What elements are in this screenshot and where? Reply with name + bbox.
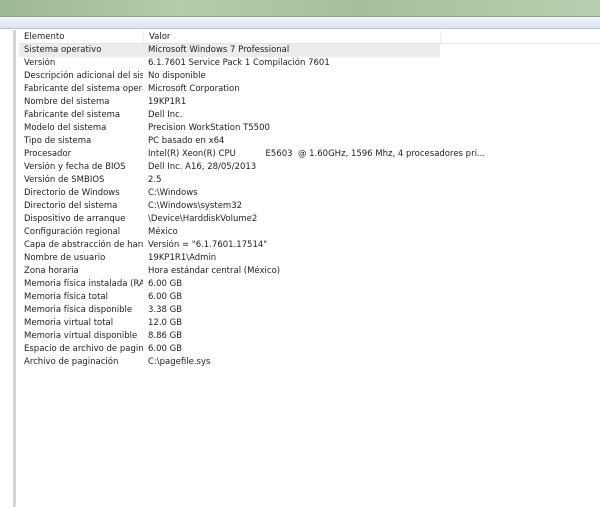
row-value: C:\pagefile.sys <box>148 357 211 367</box>
table-row[interactable]: Memoria física total 6.00 GB <box>19 291 600 304</box>
row-element: Descripción adicional del siste... <box>24 71 143 81</box>
row-element: Zona horaria <box>24 266 79 276</box>
row-value: PC basado en x64 <box>148 136 225 146</box>
row-value: Hora estándar central (México) <box>148 266 281 276</box>
table-row[interactable]: Nombre del sistema 19KP1R1 <box>19 96 600 109</box>
table-row[interactable]: Zona horaria Hora estándar central (Méxic… <box>19 265 600 278</box>
row-element: Fabricante del sistema operativo <box>24 84 143 94</box>
table-row[interactable]: Memoria física instalada (RAM) 6.00 GB <box>19 278 600 291</box>
row-value: 6.00 GB <box>148 344 183 354</box>
row-element: Versión de SMBIOS <box>24 175 105 185</box>
row-element: Fabricante del sistema <box>24 110 121 120</box>
column-header-value[interactable]: Valor <box>143 31 440 43</box>
row-value: Dell Inc. A16, 28/05/2013 <box>148 162 257 172</box>
row-element: Memoria virtual total <box>24 318 114 328</box>
row-value: Microsoft Windows 7 Professional <box>148 45 290 55</box>
row-element: Memoria virtual disponible <box>24 331 138 341</box>
table-row[interactable]: Sistema operativo Microsoft Windows 7 Pro… <box>19 44 440 57</box>
table-row[interactable]: Memoria virtual total 12.0 GB <box>19 317 600 330</box>
toolbar <box>0 17 600 29</box>
row-value: \Device\HarddiskVolume2 <box>148 214 258 224</box>
row-element: Memoria física instalada (RAM) <box>24 279 143 289</box>
row-value: 19KP1R1\Admin <box>148 253 217 263</box>
table-row[interactable]: Directorio del sistema C:\Windows\system3… <box>19 200 600 213</box>
row-value: C:\Windows <box>148 188 198 198</box>
row-element: Memoria física disponible <box>24 305 133 315</box>
table-row[interactable]: Procesador Intel(R) Xeon(R) CPU E5603 @ 1… <box>19 148 600 161</box>
table-row[interactable]: Memoria virtual disponible 8.86 GB <box>19 330 600 343</box>
row-element: Dispositivo de arranque <box>24 214 126 224</box>
category-tree-pane[interactable] <box>0 30 16 507</box>
row-element: Configuración regional <box>24 227 121 237</box>
row-value: C:\Windows\system32 <box>148 201 243 211</box>
table-row[interactable]: Fabricante del sistema Dell Inc. <box>19 109 600 122</box>
table-row[interactable]: Memoria física disponible 3.38 GB <box>19 304 600 317</box>
table-row[interactable]: Tipo de sistema PC basado en x64 <box>19 135 600 148</box>
table-row[interactable]: Versión de SMBIOS 2.5 <box>19 174 600 187</box>
table-row[interactable]: Nombre de usuario 19KP1R1\Admin <box>19 252 600 265</box>
row-value: 8.86 GB <box>148 331 183 341</box>
table-row[interactable]: Configuración regional México <box>19 226 600 239</box>
row-value: Microsoft Corporation <box>148 84 240 94</box>
row-element: Modelo del sistema <box>24 123 107 133</box>
row-element: Archivo de paginación <box>24 357 119 367</box>
row-value: Precision WorkStation T5500 <box>148 123 270 133</box>
row-element: Procesador <box>24 149 72 159</box>
row-element: Versión y fecha de BIOS <box>24 162 126 172</box>
list-header: Elemento Valor <box>19 31 600 44</box>
table-row[interactable]: Descripción adicional del siste... No dis… <box>19 70 600 83</box>
row-element: Tipo de sistema <box>24 136 92 146</box>
row-element: Capa de abstracción de hardw... <box>24 240 143 250</box>
row-element: Versión <box>24 58 56 68</box>
row-value: No disponible <box>148 71 206 81</box>
row-value: 6.1.7601 Service Pack 1 Compilación 7601 <box>148 58 330 68</box>
row-value: 3.38 GB <box>148 305 183 315</box>
row-element: Nombre del sistema <box>24 97 110 107</box>
table-row[interactable]: Versión 6.1.7601 Service Pack 1 Compilaci… <box>19 57 600 70</box>
table-row[interactable]: Espacio de archivo de paginaci... 6.00 GB <box>19 343 600 356</box>
row-value: 6.00 GB <box>148 292 183 302</box>
row-value: 19KP1R1 <box>148 97 187 107</box>
row-element: Memoria física total <box>24 292 108 302</box>
row-value: 12.0 GB <box>148 318 183 328</box>
window-title-bar <box>0 0 600 17</box>
table-row[interactable]: Versión y fecha de BIOS Dell Inc. A16, 28… <box>19 161 600 174</box>
row-element: Directorio del sistema <box>24 201 118 211</box>
row-value: México <box>148 227 178 237</box>
column-header-element[interactable]: Elemento <box>19 31 143 43</box>
row-element: Nombre de usuario <box>24 253 106 263</box>
table-row[interactable]: Capa de abstracción de hardw... Versión =… <box>19 239 600 252</box>
row-value: 2.5 <box>148 175 162 185</box>
row-element: Espacio de archivo de paginaci... <box>24 344 143 354</box>
system-summary-list[interactable]: Elemento Valor Sistema operativo Microsof… <box>19 31 600 369</box>
row-value: Versión = "6.1.7601.17514" <box>148 240 268 250</box>
table-row[interactable]: Modelo del sistema Precision WorkStation … <box>19 122 600 135</box>
row-value: Intel(R) Xeon(R) CPU E5603 @ 1.60GHz, 15… <box>148 149 486 159</box>
table-row[interactable]: Directorio de Windows C:\Windows <box>19 187 600 200</box>
table-row[interactable]: Archivo de paginación C:\pagefile.sys <box>19 356 600 369</box>
table-row[interactable]: Fabricante del sistema operativo Microsof… <box>19 83 600 96</box>
row-element: Directorio de Windows <box>24 188 120 198</box>
table-row[interactable]: Dispositivo de arranque \Device\HarddiskV… <box>19 213 600 226</box>
row-element: Sistema operativo <box>24 45 102 55</box>
row-value: Dell Inc. <box>148 110 183 120</box>
row-value: 6.00 GB <box>148 279 183 289</box>
column-header-filler <box>440 31 600 43</box>
